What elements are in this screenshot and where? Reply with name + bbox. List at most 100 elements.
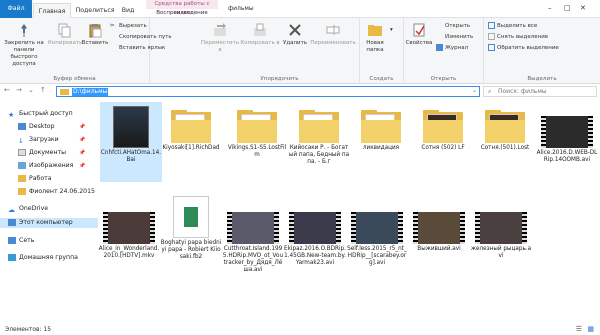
ribbon-tabs: Файл Главная Поделиться Вид Средства раб… [0, 0, 600, 18]
download-icon: ↓ [18, 136, 24, 145]
copy-to-icon [252, 22, 268, 38]
open-button[interactable]: Открыть [436, 22, 470, 31]
navigation-pane: ★ Быстрый доступ Desktop 📌 ↓ Загрузки 📌 До… [0, 98, 98, 324]
path-input[interactable]: D:\фильмы ⌄ [56, 86, 480, 97]
copy-icon [56, 22, 72, 38]
file-item[interactable]: Cnhfcti.AHatOma.14.Bai [100, 102, 162, 182]
status-bar: Элементов: 15 ☰ ▦ [0, 324, 600, 335]
select-all-button[interactable]: Выделить все [488, 22, 537, 31]
file-name: Kiyosaki[1].RichDad [162, 145, 220, 151]
open-icon [436, 22, 443, 29]
copy-to-button[interactable]: Копировать в [240, 22, 280, 47]
nav-item-documents[interactable]: Документы [18, 148, 66, 158]
pin-icon [16, 22, 32, 38]
close-icon[interactable]: ✕ [580, 4, 586, 12]
rename-label: Переименовать [310, 40, 356, 46]
network-icon [8, 236, 16, 244]
file-item[interactable]: Alice.2016.D.WEB-DLRip.14OOMB.avi [536, 102, 598, 164]
folder-icon [171, 110, 211, 143]
edit-label: Изменить [445, 34, 474, 40]
file-name: Vikings.S1-S5.LostFilm [227, 145, 287, 158]
nav-this-pc[interactable]: Этот компьютер [0, 218, 98, 228]
paste-icon [87, 22, 103, 38]
new-folder-label: Новая папка [366, 40, 384, 53]
clipboard-group: Закрепить на панели быстрого доступа Коп… [0, 18, 172, 84]
file-item[interactable]: Boghatyi papa biedniyi papa - Robiert Ki… [160, 190, 222, 261]
nav-homegroup[interactable]: Домашняя группа [8, 253, 78, 263]
video-thumbnail [289, 212, 341, 244]
copy-to-label: Копировать в [240, 40, 280, 46]
file-item[interactable]: Кийосаки Р. - Богатый папа, Бедный папа.… [288, 102, 350, 166]
forward-icon[interactable]: → [16, 86, 22, 94]
pin-icon: 📌 [79, 163, 86, 169]
file-item[interactable]: Ekipaz.2016.O.BDRip.1.45GB.New-team.by.Y… [284, 204, 346, 267]
file-item[interactable]: Сотня (502) LF [412, 102, 474, 152]
file-name: Self.less.2015_r5_nt_HDRip__[scarabey.or… [347, 246, 407, 266]
video-thumbnail [113, 106, 149, 148]
back-icon[interactable]: ← [4, 86, 10, 94]
scissors-icon: ✂ [110, 23, 115, 29]
file-item[interactable]: Kiyosaki[1].RichDad [160, 102, 222, 152]
edit-button[interactable]: Изменить [436, 33, 473, 42]
nav-quick-access[interactable]: ★ Быстрый доступ [8, 109, 73, 119]
file-item[interactable]: Сотня.(501).Lost [474, 102, 536, 152]
maximize-icon[interactable]: □ [564, 4, 571, 12]
file-item[interactable]: Self.less.2015_r5_nt_HDRip__[scarabey.or… [346, 204, 408, 267]
nav-network[interactable]: Сеть [8, 236, 34, 246]
properties-button[interactable]: Свойства [404, 22, 434, 47]
new-group-label: Создать [369, 76, 394, 82]
tab-home[interactable]: Главная [33, 3, 71, 18]
nav-item-work[interactable]: Работа [18, 174, 52, 184]
minimize-icon[interactable]: – [548, 4, 552, 12]
nav-item-pictures[interactable]: Изображения [18, 161, 73, 171]
select-none-button[interactable]: Снять выделение [488, 33, 548, 42]
nav-item-fiolent[interactable]: Фиолент 24.06.2015 [18, 187, 95, 197]
file-item[interactable]: Vikings.S1-S5.LostFilm [226, 102, 288, 159]
folder-icon [18, 174, 26, 182]
details-view-icon[interactable]: ☰ [576, 324, 582, 335]
file-list: Cnhfcti.AHatOma.14.Bai Kiyosaki[1].RichD… [98, 98, 600, 324]
nav-onedrive[interactable]: ☁ OneDrive [8, 204, 48, 214]
paste-button[interactable]: Вставить [80, 22, 110, 47]
edit-icon [436, 33, 443, 40]
rename-icon [325, 22, 341, 38]
history-label: Журнал [445, 45, 469, 51]
pin-icon: 📌 [79, 137, 86, 143]
pin-quick-access-button[interactable]: Закрепить на панели быстрого доступа [2, 22, 46, 68]
properties-label: Свойства [405, 40, 433, 46]
file-item[interactable]: Cutthroat.Island.1995.HDRip.MVO_ot_Voutr… [222, 204, 284, 274]
dropdown-icon[interactable]: ⌄ [472, 87, 477, 94]
large-icons-view-icon[interactable]: ▦ [587, 324, 594, 335]
video-tools-header: Средства работы с видео [146, 0, 218, 16]
open-group-label: Открыть [430, 76, 457, 82]
file-name: Выживший.avi [417, 246, 461, 252]
rename-button[interactable]: Переименовать [308, 22, 358, 47]
nav-network-label: Сеть [19, 237, 35, 244]
file-item[interactable]: ликвидация [350, 102, 412, 152]
cut-button[interactable]: ✂ Вырезать [110, 22, 147, 31]
nav-item-downloads[interactable]: ↓ Загрузки [18, 135, 59, 145]
history-button[interactable]: Журнал [436, 44, 468, 53]
delete-button[interactable]: Удалить [280, 22, 310, 47]
invert-selection-button[interactable]: Обратить выделение [488, 44, 559, 53]
tab-file[interactable]: Файл [0, 0, 32, 18]
new-folder-button[interactable]: Новая папка [360, 22, 390, 54]
file-item[interactable]: Выживший.avi [408, 204, 470, 253]
file-item[interactable]: Alice_in_Wonderland.2010.[HDTV].mkv [98, 204, 160, 260]
nav-onedrive-label: OneDrive [19, 205, 49, 212]
tab-share[interactable]: Поделиться [74, 3, 116, 18]
copy-path-button[interactable]: Скопировать путь [110, 33, 172, 42]
history-icon [436, 44, 443, 51]
file-name: Cutthroat.Island.1995.HDRip.MVO_ot_Voutr… [222, 246, 284, 273]
paste-shortcut-button[interactable]: Вставить ярлык [110, 44, 165, 53]
move-to-button[interactable]: Переместить в [200, 22, 240, 54]
tab-view[interactable]: Вид [119, 3, 137, 18]
file-item[interactable]: железный рыцарь.avi [470, 204, 532, 260]
up-icon[interactable]: ↑ [40, 86, 46, 94]
recent-icon[interactable]: ⌄ [28, 86, 34, 94]
nav-item-desktop[interactable]: Desktop [18, 122, 55, 132]
tab-playback[interactable]: Воспроизведение [146, 9, 218, 18]
search-input[interactable]: ⌕ Поиск: фильмы [483, 86, 597, 97]
copy-button[interactable]: Копировать [48, 22, 82, 47]
new-item-icon[interactable]: ▾ [390, 26, 393, 35]
